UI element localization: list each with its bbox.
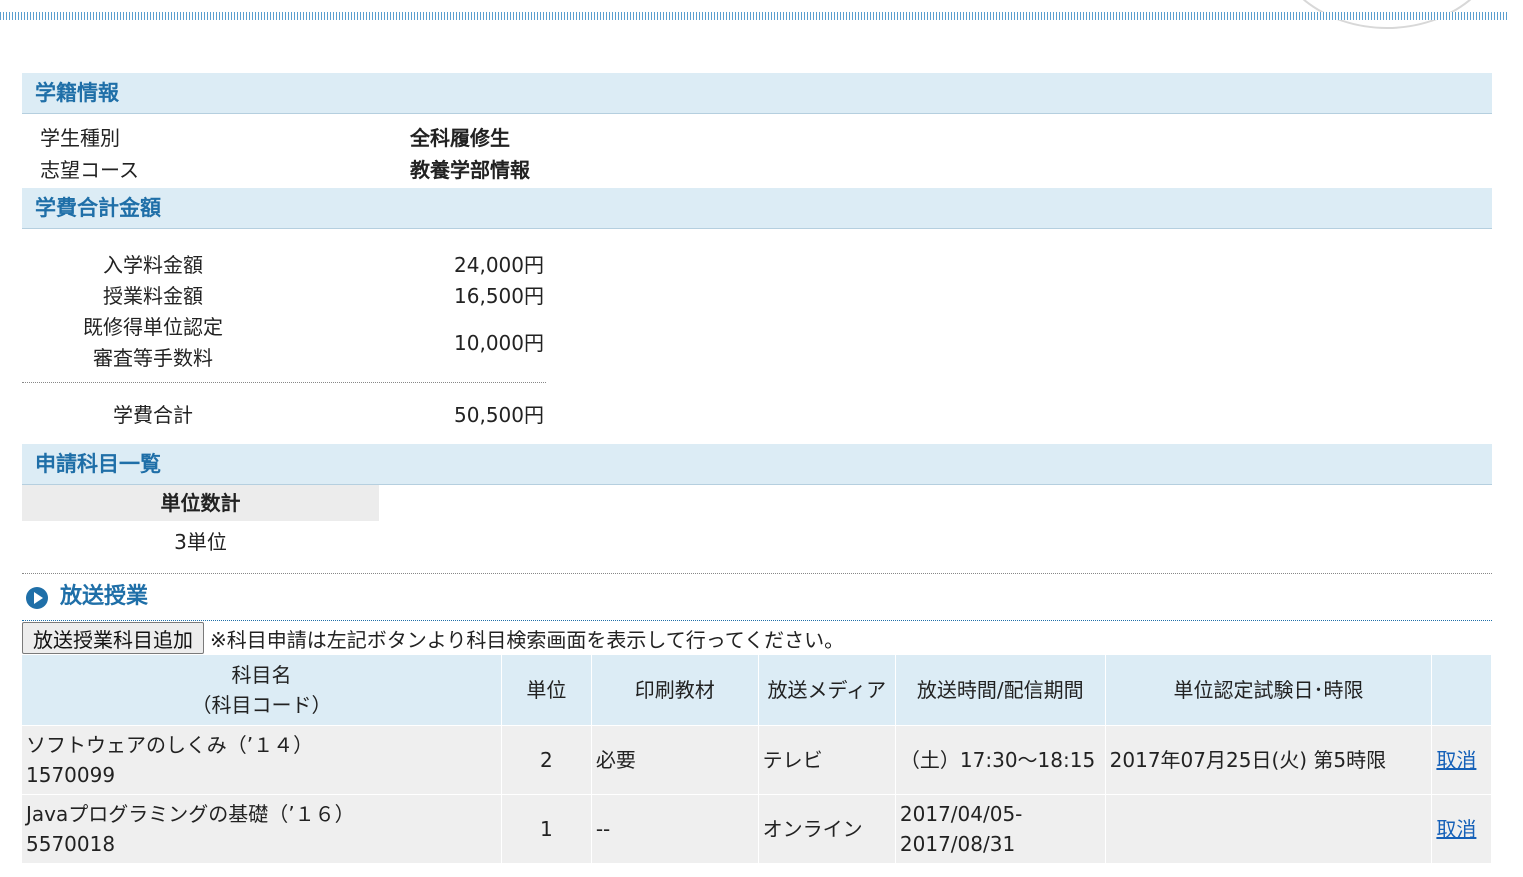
units-total-header: 単位数計: [22, 485, 379, 521]
subject-media: オンライン: [758, 794, 896, 863]
subject-exam-date: 2017年07月25日(火) 第5時限: [1105, 725, 1433, 795]
col-print-material: 印刷教材: [591, 655, 759, 726]
subject-time-line1: （土）17:30～18:15: [899, 748, 1096, 772]
play-circle-icon: [26, 587, 48, 609]
cancel-link[interactable]: 取消: [1436, 748, 1476, 772]
fee-label-line2: 審査等手数料: [93, 346, 213, 370]
fee-table: 入学料金額 24,000円 授業料金額 16,500円 既修得単位認定 審査等手…: [22, 229, 1492, 444]
col-unit: 単位: [501, 655, 592, 726]
col-action: [1431, 655, 1492, 726]
section-header-gakuseki: 学籍情報: [22, 73, 1492, 114]
subject-print-material: 必要: [591, 725, 759, 795]
col-exam-date: 単位認定試験日･時限: [1105, 655, 1433, 726]
fee-value: 16,500円: [454, 284, 544, 308]
fee-divider: [22, 382, 546, 383]
subject-name-cell: ソフトウェアのしくみ（’１４） 1570099: [22, 725, 502, 795]
subject-time-line1: 2017/04/05-: [899, 802, 1023, 826]
broadcast-subject-table: 科目名 （科目コード） 単位 印刷教材 放送メディア 放送時間/配信期間 単位認…: [22, 655, 1492, 863]
fee-label: 入学料金額: [103, 253, 203, 277]
desired-course-label: 志望コース: [40, 158, 139, 182]
subject-code: 1570099: [26, 763, 116, 787]
add-broadcast-subject-button[interactable]: 放送授業科目追加: [22, 622, 204, 654]
cancel-link[interactable]: 取消: [1436, 817, 1476, 841]
col-subject-name: 科目名 （科目コード）: [22, 655, 502, 726]
fee-total-label: 学費合計: [113, 403, 193, 427]
subject-action-cell: 取消: [1431, 725, 1492, 795]
table-row: ソフトウェアのしくみ（’１４） 1570099 2 必要 テレビ （土）17:3…: [22, 725, 1492, 795]
main-content: 学籍情報 学生種別 全科履修生 志望コース 教養学部情報 学費合計金額 入学料金…: [22, 73, 1492, 863]
subject-name: Javaプログラミングの基礎（’１６）: [26, 802, 355, 826]
subject-unit: 1: [501, 794, 592, 863]
subject-time-line2: 2017/08/31: [899, 832, 1016, 856]
subject-exam-date: [1105, 794, 1433, 863]
table-row: Javaプログラミングの基礎（’１６） 5570018 1 -- オンライン 2…: [22, 794, 1492, 863]
col-broadcast-media: 放送メディア: [758, 655, 896, 726]
broadcast-title-text: 放送授業: [60, 584, 149, 609]
subject-action-cell: 取消: [1431, 794, 1492, 863]
student-type-label: 学生種別: [40, 126, 120, 150]
subject-time-cell: （土）17:30～18:15: [895, 725, 1106, 795]
subject-media: テレビ: [758, 725, 896, 795]
fee-total-value: 50,500円: [454, 403, 544, 427]
fee-value: 10,000円: [454, 331, 544, 355]
table-header-row: 科目名 （科目コード） 単位 印刷教材 放送メディア 放送時間/配信期間 単位認…: [22, 655, 1492, 726]
fee-label-line1: 既修得単位認定: [83, 315, 223, 339]
col-subject-name-line1: 科目名: [231, 663, 292, 687]
subject-name: ソフトウェアのしくみ（’１４）: [26, 733, 314, 757]
subject-name-cell: Javaプログラミングの基礎（’１６） 5570018: [22, 794, 502, 863]
desired-course-row: 志望コース 教養学部情報: [22, 154, 1492, 186]
desired-course-value: 教養学部情報: [410, 158, 530, 182]
add-subject-note: ※科目申請は左記ボタンより科目検索画面を表示して行ってください。: [210, 627, 845, 652]
student-type-value: 全科履修生: [410, 126, 510, 150]
subject-code: 5570018: [26, 832, 116, 856]
header-dotted-bar: [0, 12, 1508, 20]
section-header-fees: 学費合計金額: [22, 188, 1492, 229]
units-total-value: 3単位: [174, 530, 227, 554]
section-header-subjects: 申請科目一覧: [22, 444, 1492, 485]
fee-value: 24,000円: [454, 253, 544, 277]
col-subject-name-line2: （科目コード）: [191, 693, 332, 717]
add-subject-row: 放送授業科目追加 ※科目申請は左記ボタンより科目検索画面を表示して行ってください…: [22, 621, 1492, 655]
student-type-row: 学生種別 全科履修生: [22, 122, 1492, 154]
subject-time-cell: 2017/04/05- 2017/08/31: [895, 794, 1106, 863]
col-broadcast-time: 放送時間/配信期間: [895, 655, 1106, 726]
subject-print-material: --: [591, 794, 759, 863]
broadcast-section-title: 放送授業: [22, 574, 1492, 621]
fee-label: 授業料金額: [103, 284, 203, 308]
subject-unit: 2: [501, 725, 592, 795]
